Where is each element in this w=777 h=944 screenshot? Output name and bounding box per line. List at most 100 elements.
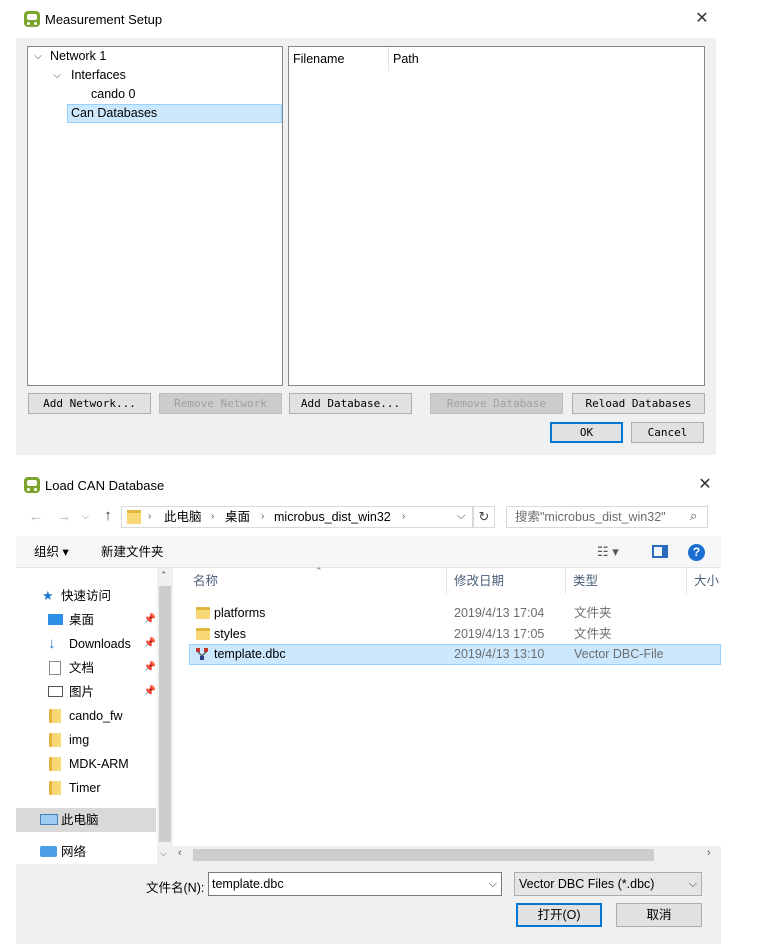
download-icon: ↓ (48, 635, 56, 652)
nav-scrollbar[interactable]: ⌃ ⌵ (157, 568, 173, 864)
file-row[interactable]: styles 2019/4/13 17:05 文件夹 (189, 624, 721, 645)
nav-label: 此电脑 (61, 813, 99, 827)
column-header-path[interactable]: Path (389, 47, 704, 71)
nav-network[interactable]: 网络 (16, 840, 156, 864)
up-arrow-icon[interactable]: ↑ (98, 507, 118, 524)
nav-item-downloads[interactable]: ↓ Downloads 📌 (16, 632, 156, 656)
title-bar: Measurement Setup ✕ (0, 0, 716, 38)
folder-icon (127, 510, 141, 524)
breadcrumb-separator[interactable]: › (148, 507, 151, 527)
ok-button[interactable]: OK (550, 422, 623, 443)
pin-icon[interactable]: 📌 (144, 632, 156, 656)
file-name: platforms (214, 606, 266, 620)
search-input[interactable]: 搜索"microbus_dist_win32" ⌕ (506, 506, 708, 528)
folder-icon (49, 709, 61, 723)
pin-icon[interactable]: 📌 (144, 656, 156, 680)
breadcrumb-separator[interactable]: › (261, 507, 264, 527)
forward-arrow-icon[interactable]: → (54, 508, 74, 525)
search-placeholder: 搜索"microbus_dist_win32" (515, 510, 666, 524)
remove-database-button[interactable]: Remove Database (430, 393, 563, 414)
back-arrow-icon[interactable]: ← (26, 508, 46, 525)
nav-item-mdk-arm[interactable]: MDK-ARM (16, 752, 156, 776)
close-icon[interactable]: ✕ (695, 475, 715, 495)
search-icon[interactable]: ⌕ (690, 508, 697, 524)
column-divider[interactable] (446, 568, 447, 594)
star-icon: ★ (42, 588, 54, 603)
nav-item-img[interactable]: img (16, 728, 156, 752)
new-folder-button[interactable]: 新建文件夹 (101, 536, 164, 568)
filename-label: 文件名(N): (146, 881, 205, 895)
tree-item-cando-0[interactable]: cando 0 (91, 85, 135, 104)
chevron-down-icon[interactable]: ⌵ (457, 510, 465, 523)
nav-item-timer[interactable]: Timer (16, 776, 156, 800)
breadcrumb-desktop[interactable]: 桌面 (225, 507, 250, 527)
chevron-down-icon[interactable]: ⌵ (489, 873, 497, 895)
add-network-button[interactable]: Add Network... (28, 393, 151, 414)
close-icon[interactable]: ✕ (692, 9, 712, 29)
chevron-down-icon[interactable]: ⌵ (160, 848, 167, 859)
column-divider[interactable] (565, 568, 566, 594)
scrollbar-thumb[interactable] (193, 849, 654, 861)
file-dialog-footer: 文件名(N): template.dbc ⌵ Vector DBC Files … (16, 864, 721, 944)
nav-label: Downloads (69, 637, 131, 651)
nav-item-documents[interactable]: 文档 📌 (16, 656, 156, 680)
file-row-selected[interactable]: template.dbc 2019/4/13 13:10 Vector DBC-… (189, 644, 721, 665)
breadcrumb-this-pc[interactable]: 此电脑 (164, 507, 202, 527)
reload-databases-button[interactable]: Reload Databases (572, 393, 705, 414)
tree-item-can-databases[interactable]: Can Databases (67, 104, 282, 123)
column-header-filename[interactable]: Filename (289, 47, 389, 71)
file-date: 2019/4/13 17:05 (454, 627, 545, 641)
preview-pane-icon[interactable] (652, 545, 668, 558)
nav-label: 桌面 (69, 613, 95, 627)
nav-quick-access[interactable]: ★ 快速访问 (16, 584, 156, 608)
recent-locations-icon[interactable]: ⌵ (82, 511, 89, 522)
nav-this-pc[interactable]: 此电脑 (16, 808, 156, 832)
breadcrumb-folder[interactable]: microbus_dist_win32 (274, 507, 391, 527)
file-type: Vector DBC-File (574, 647, 664, 661)
nav-label: img (69, 733, 90, 747)
address-bar[interactable]: › 此电脑 › 桌面 › microbus_dist_win32 › ⌵ (121, 506, 473, 528)
chevron-down-icon[interactable]: ⌵ (33, 47, 43, 66)
file-type-filter[interactable]: Vector DBC Files (*.dbc) ⌵ (514, 872, 702, 896)
tree-item-interfaces[interactable]: Interfaces (71, 66, 126, 85)
network-tree: ⌵ Network 1 ⌵ Interfaces cando 0 Can Dat… (27, 46, 283, 386)
scrollbar-thumb[interactable] (159, 586, 171, 842)
breadcrumb-separator[interactable]: › (211, 507, 214, 527)
nav-item-pictures[interactable]: 图片 📌 (16, 680, 156, 704)
organize-menu[interactable]: 组织 ▾ (34, 536, 69, 568)
add-database-button[interactable]: Add Database... (289, 393, 412, 414)
file-list-scrollbar[interactable]: ‹ › (173, 846, 721, 864)
column-divider[interactable] (686, 568, 687, 594)
chevron-down-icon[interactable]: ⌵ (52, 66, 62, 85)
open-button[interactable]: 打开(O) (516, 903, 602, 927)
tree-item-network-1[interactable]: Network 1 (50, 47, 106, 66)
pin-icon[interactable]: 📌 (144, 608, 156, 632)
cancel-button[interactable]: 取消 (616, 903, 702, 927)
chevron-down-icon[interactable]: ⌵ (689, 873, 697, 895)
column-header-date[interactable]: 修改日期 (454, 568, 504, 594)
nav-item-desktop[interactable]: 桌面 📌 (16, 608, 156, 632)
column-header-name[interactable]: 名称 (193, 568, 218, 594)
pin-icon[interactable]: 📌 (144, 680, 156, 704)
nav-item-cando-fw[interactable]: cando_fw (16, 704, 156, 728)
filename-value: template.dbc (212, 877, 284, 891)
filename-input[interactable]: template.dbc ⌵ (208, 872, 502, 896)
breadcrumb-separator[interactable]: › (402, 507, 405, 527)
remove-network-button[interactable]: Remove Network (159, 393, 282, 414)
dbc-file-icon (195, 647, 209, 661)
chevron-left-icon[interactable]: ‹ (178, 847, 182, 859)
nav-label: 图片 (69, 685, 95, 699)
folder-icon (49, 733, 61, 747)
chevron-right-icon[interactable]: › (707, 847, 711, 859)
file-row[interactable]: platforms 2019/4/13 17:04 文件夹 (189, 603, 721, 624)
app-icon (24, 11, 40, 27)
cancel-button[interactable]: Cancel (631, 422, 704, 443)
column-header-type[interactable]: 类型 (573, 568, 598, 594)
column-header-size[interactable]: 大小 (694, 568, 719, 594)
help-icon[interactable]: ? (688, 544, 705, 561)
view-options-icon[interactable]: ☷ ▾ (597, 536, 619, 568)
refresh-icon[interactable]: ↻ (473, 506, 495, 528)
chevron-up-icon[interactable]: ⌃ (160, 570, 168, 581)
dialog-body: ⌵ Network 1 ⌵ Interfaces cando 0 Can Dat… (16, 38, 716, 455)
dialog-title: Load CAN Database (45, 478, 165, 493)
